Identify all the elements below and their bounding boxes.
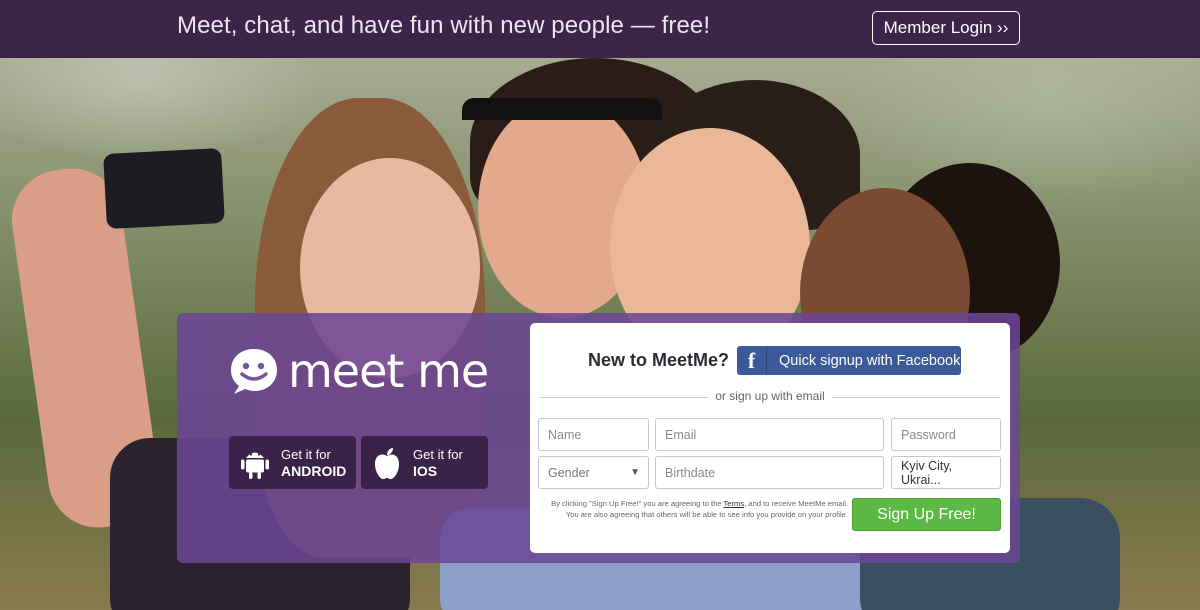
city-value: Kyiv City, Ukrai... bbox=[901, 458, 953, 487]
sunglasses-shape bbox=[462, 98, 662, 168]
password-input[interactable] bbox=[891, 418, 1001, 451]
legal-text: By clicking "Sign Up Free!" you are agre… bbox=[551, 499, 848, 519]
divider-left bbox=[540, 397, 708, 398]
city-field[interactable]: Kyiv City, Ukrai... bbox=[891, 456, 1001, 489]
top-bar: Meet, chat, and have fun with new people… bbox=[0, 0, 1200, 58]
signup-form: New to MeetMe? f Quick signup with Faceb… bbox=[530, 323, 1010, 553]
gender-value: Gender bbox=[548, 465, 590, 480]
form-title: New to MeetMe? bbox=[588, 350, 730, 370]
facebook-icon: f bbox=[737, 346, 767, 375]
android-label: Get it for ANDROID bbox=[281, 446, 347, 479]
birthdate-input[interactable] bbox=[655, 456, 884, 489]
logo-text: meet me bbox=[288, 344, 489, 398]
email-input[interactable] bbox=[655, 418, 884, 451]
chevron-down-icon: ▼ bbox=[630, 467, 640, 478]
apple-icon bbox=[371, 446, 403, 480]
member-login-button[interactable]: Member Login ›› bbox=[872, 11, 1020, 45]
ios-label: Get it for IOS bbox=[413, 446, 463, 479]
android-app-button[interactable]: Get it for ANDROID bbox=[229, 436, 356, 489]
divider-right bbox=[832, 397, 1000, 398]
terms-link[interactable]: Terms bbox=[723, 499, 744, 508]
android-icon bbox=[239, 446, 271, 480]
facebook-signup-button[interactable]: f Quick signup with Facebook bbox=[737, 346, 961, 375]
meetme-logo: meet me bbox=[228, 344, 489, 398]
sign-up-button[interactable]: Sign Up Free! bbox=[852, 498, 1001, 531]
gender-select[interactable]: Gender ▼ bbox=[538, 456, 649, 489]
name-input[interactable] bbox=[538, 418, 649, 451]
tagline: Meet, chat, and have fun with new people… bbox=[177, 12, 711, 39]
ios-app-button[interactable]: Get it for IOS bbox=[361, 436, 488, 489]
phone-shape bbox=[103, 147, 225, 230]
facebook-signup-label: Quick signup with Facebook bbox=[779, 352, 961, 369]
divider-text: or sign up with email bbox=[715, 389, 825, 403]
smiley-chat-bubble-icon bbox=[231, 349, 277, 394]
